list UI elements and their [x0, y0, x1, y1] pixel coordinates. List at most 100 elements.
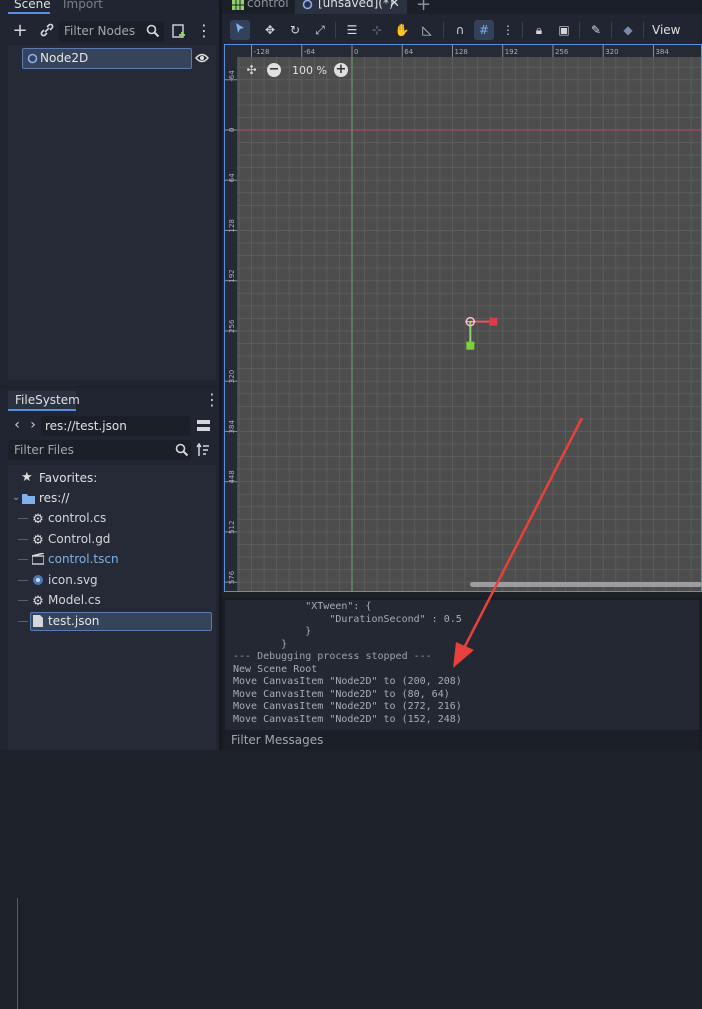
snap-toggle-icon[interactable]: ∩ — [450, 20, 470, 40]
root-folder-row[interactable]: ⌄ res:// — [0, 488, 219, 508]
tree-branch-line — [18, 518, 28, 519]
favorites-label: Favorites: — [39, 471, 98, 485]
file-row[interactable]: ⚙ Model.cs — [0, 590, 219, 610]
clapperboard-icon — [32, 553, 44, 565]
zoom-out-icon[interactable]: − — [267, 63, 281, 77]
lock-icon[interactable]: 🔒︎ — [529, 20, 549, 40]
tree-branch-line — [18, 620, 28, 622]
gear-icon: ⚙ — [32, 533, 44, 546]
scene-tree: Node2D — [8, 45, 216, 380]
dock-splitter[interactable] — [219, 0, 222, 750]
file-row[interactable]: ⚙ Control.gd — [0, 529, 219, 549]
tree-item-node2d[interactable]: Node2D — [22, 48, 192, 69]
ruler-tick-label: 320 — [228, 370, 236, 383]
file-row[interactable]: control.tscn — [0, 549, 219, 569]
gizmo-x-handle — [489, 317, 498, 326]
list-select-icon[interactable]: ☰ — [342, 20, 362, 40]
grid-snap-icon[interactable]: # — [474, 20, 494, 40]
ruler-tick-label: 64 — [404, 48, 413, 56]
ruler-tick-label: 128 — [228, 219, 236, 232]
select-tool-icon[interactable] — [230, 20, 250, 40]
tree-branch-line — [18, 538, 28, 540]
tab-filesystem-underline — [8, 409, 76, 411]
ruler-tick-label: 448 — [228, 470, 236, 483]
move-tool-icon[interactable]: ✥ — [260, 20, 280, 40]
ruler-tick-label: 64 — [228, 173, 236, 182]
tab-scene[interactable]: Scene — [14, 0, 51, 12]
close-tab-icon[interactable]: ✕ — [389, 0, 400, 11]
instantiate-scene-icon[interactable] — [171, 23, 187, 39]
back-arrow-icon[interactable]: ‹ — [11, 417, 23, 433]
group-icon[interactable]: ▣ — [554, 20, 574, 40]
filter-nodes-placeholder: Filter Nodes — [64, 24, 136, 38]
add-node-icon[interactable]: + — [11, 22, 29, 40]
toolbar-separator — [643, 22, 644, 38]
canvas-viewport[interactable]: -128 -64 0 64 128 192 256 320 384 -64 0 64 128 192 256… — [224, 44, 702, 592]
ruler-tick-label: 128 — [454, 48, 467, 56]
tree-item-label: Node2D — [40, 51, 89, 65]
file-icon — [33, 614, 43, 627]
output-line: Move CanvasItem "Node2D" to (200, 208) — [233, 676, 462, 687]
canvas-background — [237, 57, 701, 591]
output-line: Move CanvasItem "Node2D" to (152, 248) — [233, 713, 462, 725]
editor-tab-control[interactable]: control — [247, 0, 289, 10]
snap-options-icon[interactable]: ⋮ — [498, 20, 518, 40]
filter-messages-input[interactable]: Filter Messages — [225, 731, 699, 750]
svg-text:⚙: ⚙ — [32, 594, 44, 607]
forward-arrow-icon[interactable]: › — [27, 417, 39, 433]
filter-nodes-input[interactable]: Filter Nodes — [59, 21, 164, 42]
editor-tab-unsaved[interactable]: [unsaved](*) — [318, 0, 394, 10]
favorites-row[interactable]: ★ Favorites: — [0, 468, 219, 488]
zoom-level[interactable]: 100 % — [292, 64, 327, 77]
search-icon — [146, 24, 160, 38]
editor-tab-bar — [222, 0, 702, 14]
view-menu[interactable]: View — [652, 23, 680, 37]
skeleton-icon[interactable]: ✎ — [586, 20, 606, 40]
tree-guide-line — [17, 898, 18, 1009]
viewport-area: control [unsaved](*) ✕ + ✥ ↻ ⤢ ☰ ⊹ ✋ ◺ ∩… — [222, 0, 702, 592]
node2d-icon — [302, 0, 313, 10]
file-row[interactable]: ⚙ control.cs — [0, 508, 219, 528]
path-field[interactable]: res://test.json — [41, 416, 190, 436]
vertical-ruler — [225, 45, 237, 591]
pivot-tool-icon[interactable]: ⊹ — [367, 20, 387, 40]
more-options-icon[interactable]: ⋮ — [196, 22, 212, 40]
file-label: icon.svg — [48, 572, 98, 587]
file-row[interactable]: test.json — [0, 611, 219, 631]
ruler-tick-label: 384 — [655, 48, 669, 56]
tree-branch-line — [18, 600, 28, 601]
rotate-tool-icon[interactable]: ↻ — [285, 20, 305, 40]
path-value: res://test.json — [45, 419, 127, 433]
zoom-in-icon[interactable]: + — [334, 63, 348, 77]
tab-import[interactable]: Import — [63, 0, 103, 12]
node2d-icon — [27, 53, 38, 64]
ruler-tick-label: 256 — [228, 319, 236, 333]
ruler-tick-label: 0 — [354, 48, 358, 56]
visibility-eye-icon[interactable] — [195, 53, 209, 63]
tab-filesystem[interactable]: FileSystem — [15, 393, 80, 407]
split-view-icon[interactable] — [197, 419, 210, 432]
scene-dock: Scene Import + Filter Nodes ⋮ Node2D — [0, 0, 219, 386]
gear-icon: ⚙ — [32, 594, 44, 607]
output-line: } — [233, 638, 288, 650]
camera-icon[interactable]: ◆ — [618, 20, 638, 40]
scale-tool-icon[interactable]: ⤢ — [310, 20, 330, 40]
new-tab-icon[interactable]: + — [416, 0, 431, 15]
horizontal-scrollbar[interactable] — [470, 582, 702, 587]
pan-tool-icon[interactable]: ✋ — [392, 20, 412, 40]
canvas-2d[interactable]: -128 -64 0 64 128 192 256 320 384 -64 0 64 128 192 256… — [225, 45, 701, 591]
more-options-icon[interactable]: ⋮ — [204, 391, 220, 409]
file-row[interactable]: icon.svg — [0, 570, 219, 590]
link-icon[interactable] — [38, 22, 56, 40]
filter-files-input[interactable]: Filter Files — [8, 440, 191, 460]
folder-icon — [22, 494, 35, 504]
center-view-icon[interactable]: ✣ — [244, 63, 259, 78]
output-line: --- Debugging process stopped --- — [233, 651, 432, 662]
output-line: New Scene Root — [233, 663, 318, 675]
image-icon — [33, 574, 43, 585]
star-icon: ★ — [21, 470, 33, 485]
ruler-tick-label: 384 — [228, 420, 236, 434]
ruler-tool-icon[interactable]: ◺ — [417, 20, 437, 40]
toolbar-separator — [522, 22, 523, 38]
sort-icon[interactable] — [196, 443, 210, 457]
